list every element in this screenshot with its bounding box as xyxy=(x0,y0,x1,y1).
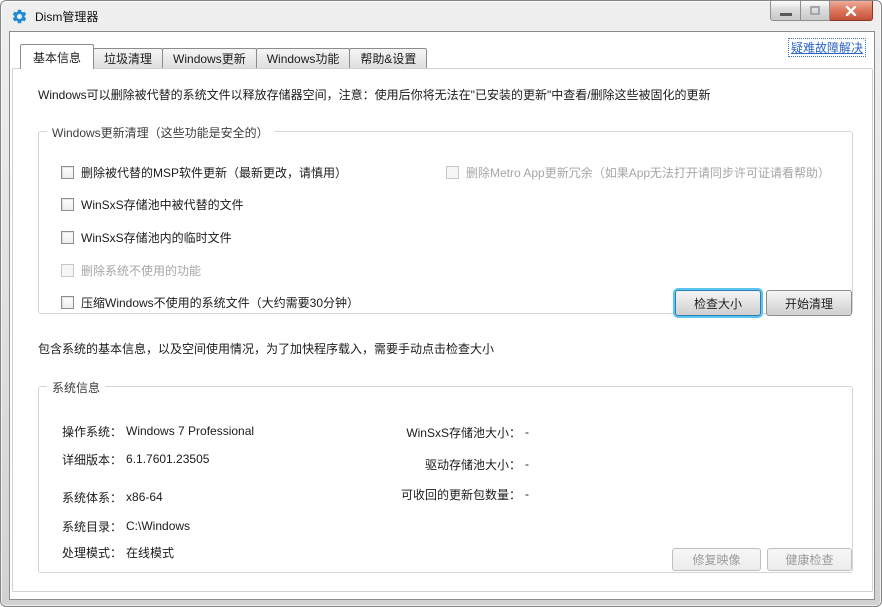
windows-update-cleanup-group: Windows更新清理（这些功能是安全的） 删除被代替的MSP软件更新（最新更改… xyxy=(38,131,853,314)
troubleshoot-link[interactable]: 疑难故障解决 xyxy=(789,39,865,56)
checkbox-label: 删除被代替的MSP软件更新（最新更改，请慎用） xyxy=(81,164,347,181)
field-label: 操作系统： xyxy=(62,423,122,440)
gear-icon xyxy=(11,8,28,25)
field-label: 可收回的更新包数量： xyxy=(321,486,521,503)
tab-windows-update[interactable]: Windows更新 xyxy=(162,48,257,68)
window-title: Dism管理器 xyxy=(35,8,98,25)
info-row-arch: 系统体系： x86-64 xyxy=(62,489,163,505)
field-value: 在线模式 xyxy=(126,544,174,561)
field-value: 6.1.7601.23505 xyxy=(126,452,209,466)
group-title: 系统信息 xyxy=(47,379,105,396)
group-title: Windows更新清理（这些功能是安全的） xyxy=(47,124,274,141)
system-info-group: 系统信息 操作系统： Windows 7 Professional 详细版本： … xyxy=(38,386,853,573)
field-value: - xyxy=(525,487,529,501)
start-cleanup-button[interactable]: 开始清理 xyxy=(766,290,852,316)
field-label: 系统体系： xyxy=(62,489,122,506)
repair-image-button: 修复映像 xyxy=(672,548,761,571)
info-row-driver-size: 驱动存储池大小： - xyxy=(321,456,529,472)
health-check-button: 健康检查 xyxy=(767,548,852,571)
tab-windows-features[interactable]: Windows功能 xyxy=(256,48,351,68)
checkbox-unused-features: 删除系统不使用的功能 xyxy=(61,262,201,278)
field-value: x86-64 xyxy=(126,490,163,504)
x-icon xyxy=(845,6,857,16)
info-row-os: 操作系统： Windows 7 Professional xyxy=(62,423,254,439)
close-button[interactable] xyxy=(830,1,873,21)
checkbox-icon[interactable] xyxy=(61,166,74,179)
checkbox-winsxs-superseded[interactable]: WinSxS存储池中被代替的文件 xyxy=(61,196,244,212)
tab-bar: 基本信息 垃圾清理 Windows更新 Windows功能 帮助&设置 xyxy=(20,44,427,69)
info-row-sysdir: 系统目录： C:\Windows xyxy=(62,518,190,534)
checkbox-label: 压缩Windows不使用的系统文件（大约需要30分钟） xyxy=(81,294,359,311)
field-value: - xyxy=(525,457,529,471)
checkbox-label: 删除系统不使用的功能 xyxy=(81,262,201,279)
check-size-button[interactable]: 检查大小 xyxy=(675,290,761,316)
checkbox-label: WinSxS存储池内的临时文件 xyxy=(81,229,232,246)
info-row-reclaimable: 可收回的更新包数量： - xyxy=(321,486,529,502)
system-info-hint: 包含系统的基本信息，以及空间使用情况，为了加快程序载入，需要手动点击检查大小 xyxy=(38,340,494,357)
checkbox-icon[interactable] xyxy=(61,296,74,309)
field-value: Windows 7 Professional xyxy=(126,424,254,438)
update-cleanup-notice: Windows可以删除被代替的系统文件以释放存储器空间，注意：使用后你将无法在"… xyxy=(38,86,711,103)
tab-help-settings[interactable]: 帮助&设置 xyxy=(349,48,427,68)
titlebar: Dism管理器 xyxy=(1,1,881,31)
window-controls xyxy=(770,1,873,21)
minimize-button[interactable] xyxy=(770,1,801,21)
info-row-mode: 处理模式： 在线模式 xyxy=(62,544,174,560)
checkbox-icon xyxy=(446,166,459,179)
field-value: - xyxy=(525,425,529,439)
info-row-winsxs-size: WinSxS存储池大小： - xyxy=(321,424,529,440)
field-label: WinSxS存储池大小： xyxy=(321,424,521,441)
field-label: 处理模式： xyxy=(62,544,122,561)
field-label: 详细版本： xyxy=(62,451,122,468)
maximize-button xyxy=(801,1,830,21)
checkbox-icon[interactable] xyxy=(61,198,74,211)
info-row-build: 详细版本： 6.1.7601.23505 xyxy=(62,451,209,467)
tab-basic-info[interactable]: 基本信息 xyxy=(20,44,94,69)
app-window: Dism管理器 疑难故障解决 基本信息 垃圾清理 Windows更新 Windo… xyxy=(0,0,882,607)
field-label: 系统目录： xyxy=(62,518,122,535)
checkbox-icon[interactable] xyxy=(61,231,74,244)
checkbox-msp-updates[interactable]: 删除被代替的MSP软件更新（最新更改，请慎用） xyxy=(61,164,347,180)
checkbox-label: 删除Metro App更新冗余（如果App无法打开请同步许可证请看帮助） xyxy=(466,164,830,181)
tab-junk-cleanup[interactable]: 垃圾清理 xyxy=(93,48,163,68)
checkbox-label: WinSxS存储池中被代替的文件 xyxy=(81,196,244,213)
client-area: 疑难故障解决 基本信息 垃圾清理 Windows更新 Windows功能 帮助&… xyxy=(9,31,875,600)
field-value: C:\Windows xyxy=(126,519,190,533)
maximize-icon xyxy=(810,6,820,15)
checkbox-metro-app: 删除Metro App更新冗余（如果App无法打开请同步许可证请看帮助） xyxy=(446,164,830,180)
field-label: 驱动存储池大小： xyxy=(321,456,521,473)
checkbox-compress-files[interactable]: 压缩Windows不使用的系统文件（大约需要30分钟） xyxy=(61,294,359,310)
checkbox-icon xyxy=(61,264,74,277)
tab-page-basic-info: Windows可以删除被代替的系统文件以释放存储器空间，注意：使用后你将无法在"… xyxy=(12,68,873,592)
minimize-icon xyxy=(780,13,792,16)
checkbox-winsxs-temp[interactable]: WinSxS存储池内的临时文件 xyxy=(61,229,232,245)
